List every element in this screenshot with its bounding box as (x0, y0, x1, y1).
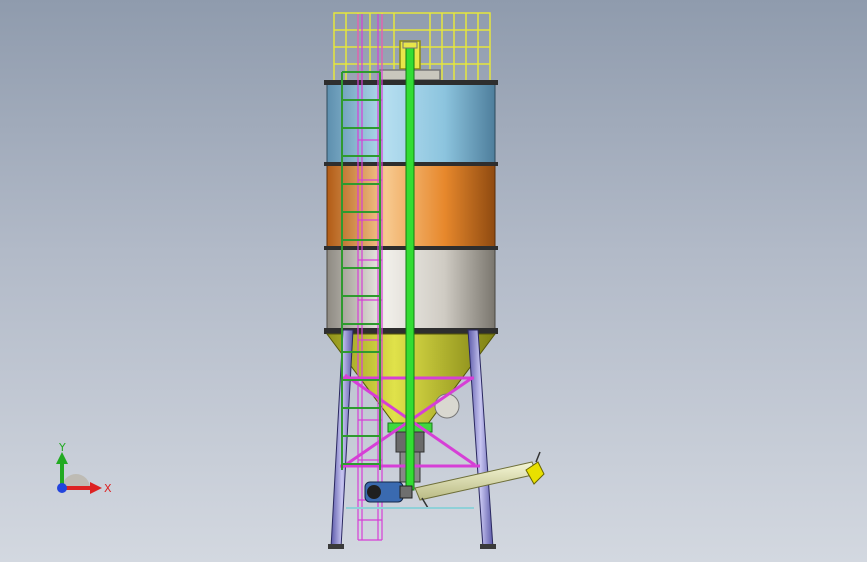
x-arrow-icon (90, 482, 102, 494)
coordinate-triad: Y X (48, 440, 118, 510)
drive-motor (364, 481, 413, 503)
cad-3d-viewport[interactable]: Y X (0, 0, 867, 562)
x-axis-label: X (104, 482, 112, 495)
y-axis-label: Y (59, 441, 66, 454)
z-axis-icon (57, 483, 67, 493)
silo-model-scene[interactable] (0, 0, 867, 562)
